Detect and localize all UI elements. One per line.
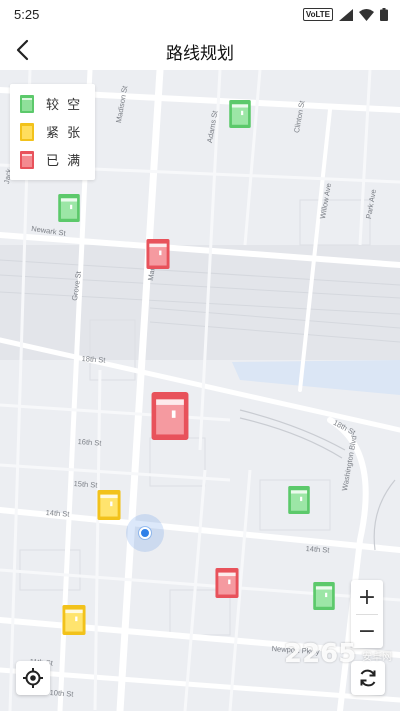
refresh-icon	[360, 669, 376, 687]
parking-marker-busy[interactable]	[62, 605, 86, 635]
legend-label-full: 已 满	[46, 154, 83, 169]
wifi-icon	[359, 8, 374, 21]
street-label: 14th St	[305, 544, 330, 555]
parking-lot-available-icon	[20, 94, 34, 113]
street-label: 16th St	[77, 437, 102, 448]
parking-marker-full[interactable]	[215, 568, 239, 598]
locate-me-button[interactable]	[16, 661, 50, 695]
parking-marker-available[interactable]	[229, 100, 251, 128]
parking-lot-full-icon	[20, 150, 34, 169]
parking-lot-busy-icon	[97, 490, 121, 520]
watermark-logo: 2265	[284, 639, 357, 669]
street-label: 10th St	[49, 688, 74, 699]
parking-lot-busy-icon	[62, 605, 86, 635]
parking-lot-available-icon	[288, 486, 310, 514]
street-label: 18th St	[81, 354, 106, 365]
nav-bar: 路线规划	[0, 30, 400, 70]
battery-icon	[380, 8, 388, 21]
street-label: 15th St	[73, 479, 98, 490]
parking-lot-full-icon	[146, 239, 170, 269]
map-view[interactable]: Jack Madison St Adams St Clinton St Willow A…	[0, 70, 400, 711]
parking-lot-available-icon	[58, 194, 80, 222]
status-time: 5:25	[14, 7, 40, 22]
street-label: 14th St	[45, 508, 70, 519]
zoom-control: + −	[351, 580, 383, 648]
current-location-dot	[139, 527, 151, 539]
parking-marker-busy[interactable]	[97, 490, 121, 520]
parking-lot-available-icon	[313, 582, 335, 610]
legend-item-available: 较 空	[20, 94, 82, 113]
status-icons: VoLTE	[302, 8, 388, 21]
legend-label-available: 较 空	[46, 98, 83, 113]
parking-marker-full[interactable]	[146, 239, 170, 269]
legend-item-busy: 紧 张	[20, 122, 82, 141]
volte-badge: VoLTE	[302, 8, 333, 21]
parking-marker-available[interactable]	[313, 582, 335, 610]
legend-item-full: 已 满	[20, 150, 82, 169]
parking-marker-full[interactable]	[150, 392, 190, 440]
legend-label-busy: 紧 张	[46, 126, 83, 141]
watermark-suffix: 安卓网	[362, 652, 392, 663]
current-location-marker	[126, 514, 164, 552]
parking-lot-busy-icon	[20, 122, 34, 141]
zoom-in-button[interactable]: +	[351, 580, 383, 614]
crosshair-icon	[23, 668, 43, 688]
parking-lot-full-icon	[151, 392, 189, 440]
parking-lot-full-icon	[215, 568, 239, 598]
signal-icon	[339, 8, 353, 21]
parking-lot-available-icon	[229, 100, 251, 128]
page-title: 路线规划	[166, 44, 234, 64]
parking-marker-available[interactable]	[288, 486, 310, 514]
status-bar: 5:25 VoLTE	[0, 0, 400, 30]
parking-marker-available[interactable]	[58, 194, 80, 222]
map-legend: 较 空 紧 张 已 满	[10, 84, 95, 180]
